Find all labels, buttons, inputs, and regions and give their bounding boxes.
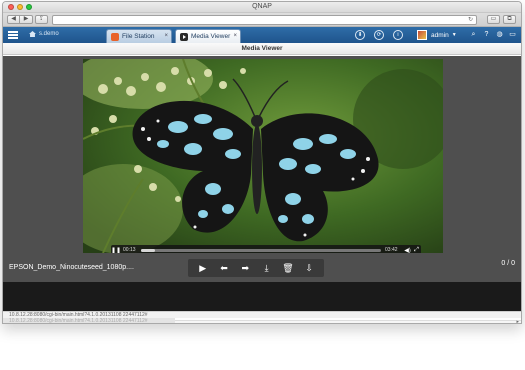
user-name: admin [431, 31, 449, 39]
title-bar: QNAP [3, 2, 521, 13]
video-frame-image [83, 59, 443, 253]
file-station-icon [111, 32, 119, 41]
system-icons: ⬇ ⟳ i [355, 30, 412, 40]
media-stage: ❚❚ 00:13 03:42 ◀) ⤢ EPSON_Demo_Ninocutes… [3, 56, 521, 312]
tab-file-station[interactable]: File Station × [106, 29, 172, 43]
video-control-bar: ❚❚ 00:13 03:42 ◀) ⤢ [111, 245, 421, 253]
reload-icon[interactable]: ↻ [468, 16, 473, 23]
current-time: 00:13 [123, 247, 136, 253]
play-icon[interactable]: ▶ [196, 262, 210, 274]
home-link[interactable]: s.demo [29, 31, 59, 37]
duration-time: 03:42 [385, 247, 398, 253]
next-icon[interactable]: ➡ [238, 262, 252, 274]
language-icon[interactable]: ◍ [495, 30, 504, 39]
thumbnail-strip[interactable] [3, 282, 521, 312]
download-icon[interactable]: ⤓ [260, 262, 274, 274]
main-menu-icon[interactable] [8, 31, 18, 39]
bookmark-button[interactable]: ▭ [487, 15, 500, 24]
volume-icon[interactable]: ◀) [403, 247, 412, 254]
seek-slider[interactable] [141, 248, 381, 252]
help-icon[interactable]: ? [482, 30, 491, 39]
file-name: EPSON_Demo_Ninocuteseed_1080p.... [9, 264, 134, 271]
viewer-toolbar: ▶ ⬅ ➡ ⤓ 🗑 ⇩ [188, 259, 324, 277]
external-device-icon[interactable]: ⟳ [374, 30, 384, 40]
back-button[interactable]: ◀ [7, 15, 20, 24]
tab-file-station-label: File Station [122, 33, 155, 40]
event-notification-icon[interactable]: i [393, 30, 403, 40]
scroll-right-icon[interactable]: ▸ [516, 319, 519, 323]
browser-window: QNAP ◀ ▶ ⇪ ↻ ▭ ⧉ s.demo File Station × M… [2, 1, 522, 324]
desktop-icon[interactable]: ▭ [508, 30, 517, 39]
forward-button[interactable]: ▶ [20, 15, 33, 24]
chevron-down-icon: ▼ [451, 32, 457, 38]
media-viewer-title: Media Viewer [3, 43, 521, 55]
home-label: s.demo [39, 31, 59, 37]
home-icon [29, 31, 36, 37]
browser-toolbar: ◀ ▶ ⇪ ↻ ▭ ⧉ [3, 13, 521, 27]
user-menu[interactable]: admin ▼ [417, 30, 457, 40]
fullscreen-icon[interactable]: ⤢ [412, 247, 421, 254]
avatar [417, 30, 427, 40]
browser-right-buttons: ▭ ⧉ [487, 15, 516, 24]
delete-icon[interactable]: 🗑 [281, 262, 295, 274]
tabs-button[interactable]: ⧉ [503, 15, 516, 24]
tab-media-viewer-label: Media Viewer [191, 33, 231, 40]
share-button[interactable]: ⇪ [35, 15, 48, 24]
url-input[interactable]: ↻ [52, 15, 477, 25]
close-tab-media-viewer-icon[interactable]: × [233, 33, 237, 39]
horizontal-scrollbar[interactable]: ▸ [175, 319, 521, 323]
status-bar-url: 10.8.12.28:8080/cgi-bin/main.html?4.1.0.… [3, 311, 521, 318]
pause-button[interactable]: ❚❚ [111, 247, 121, 254]
more-icon[interactable]: ⇩ [302, 262, 316, 274]
window-title: QNAP [252, 3, 272, 10]
nav-buttons: ◀ ▶ [7, 15, 33, 24]
item-counter: 0 / 0 [501, 260, 515, 267]
qnap-top-bar: s.demo File Station × Media Viewer × ⬇ ⟳… [3, 27, 521, 43]
background-tasks-icon[interactable]: ⬇ [355, 30, 365, 40]
butterfly-video-frame[interactable]: ❚❚ 00:13 03:42 ◀) ⤢ [83, 59, 443, 253]
search-icon[interactable]: ⌕ [469, 30, 478, 39]
toolbar-right-icons: ⌕ ? ◍ ▭ [469, 30, 517, 39]
seek-progress [141, 248, 156, 252]
tab-media-viewer[interactable]: Media Viewer × [175, 29, 241, 43]
status-bar-url-secondary: 10.8.12.28:8080/cgi-bin/main.html?4.1.0.… [3, 318, 175, 323]
media-viewer-icon [180, 32, 188, 41]
previous-icon[interactable]: ⬅ [217, 262, 231, 274]
close-tab-file-station-icon[interactable]: × [164, 33, 168, 39]
